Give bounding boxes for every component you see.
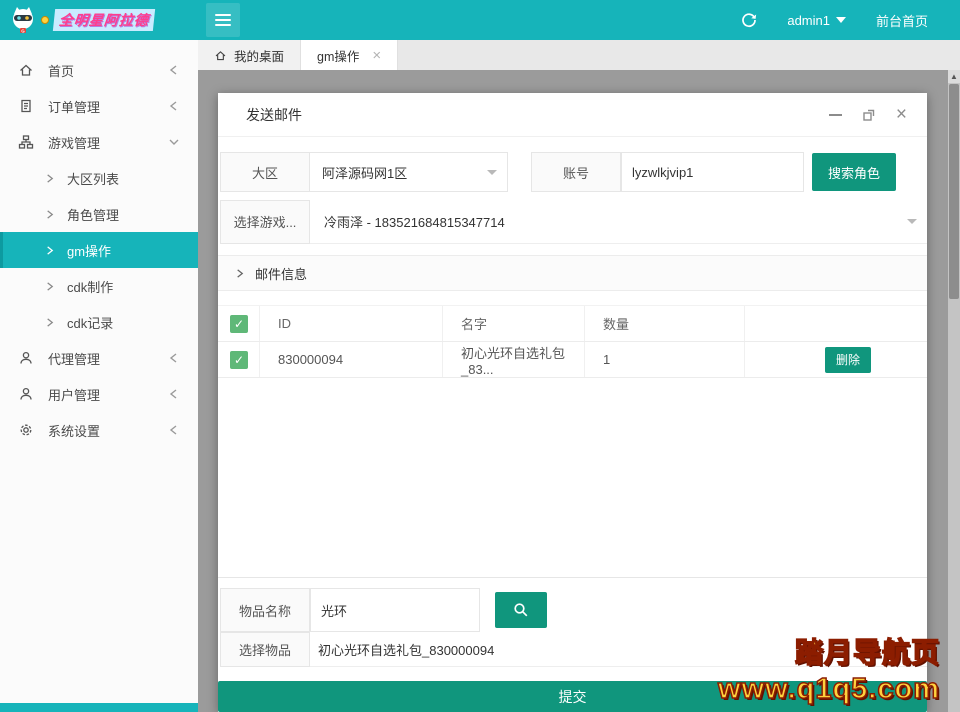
minimize-button[interactable]	[828, 113, 842, 116]
chevron-down-icon	[835, 17, 846, 23]
selected-item-value: 初心光环自选礼包_830000094	[318, 642, 495, 658]
selected-item-row: 选择物品 初心光环自选礼包_830000094	[220, 631, 927, 667]
select-arrow-icon	[487, 169, 497, 175]
sidebar-item-gm-operation[interactable]: gm操作	[0, 232, 198, 268]
mail-info-collapse-header[interactable]: 邮件信息	[218, 255, 927, 291]
close-dialog-button[interactable]: ×	[896, 105, 907, 124]
chevron-left-icon	[169, 101, 177, 111]
maximize-button[interactable]	[862, 108, 876, 122]
sidebar-item-cdk-create[interactable]: cdk制作	[0, 268, 198, 304]
send-mail-dialog: 发送邮件 × 大区 阿泽源码网1区 账号 搜索角色	[218, 93, 927, 712]
chevron-right-icon	[47, 173, 54, 183]
vertical-scrollbar[interactable]: ▲	[948, 70, 960, 712]
region-select[interactable]: 阿泽源码网1区	[310, 152, 508, 192]
cell-item-qty: 1	[585, 342, 745, 377]
home-icon	[20, 64, 32, 76]
item-name-label: 物品名称	[220, 588, 310, 632]
sidebar-item-cdk-records[interactable]: cdk记录	[0, 304, 198, 340]
account-label: 账号	[531, 152, 621, 192]
search-icon	[514, 603, 528, 617]
chevron-right-icon	[47, 281, 54, 291]
game-select[interactable]: 冷雨泽 - 183521684815347714	[310, 212, 907, 231]
column-header-id: ID	[260, 306, 443, 341]
chevron-left-icon	[169, 65, 177, 75]
chevron-left-icon	[169, 353, 177, 363]
sidebar-item-region-list[interactable]: 大区列表	[0, 160, 198, 196]
close-tab-icon[interactable]: ×	[372, 48, 381, 63]
chevron-right-icon	[47, 317, 54, 327]
username: admin1	[787, 12, 830, 28]
chevron-left-icon	[169, 425, 177, 435]
row-checkbox[interactable]: ✓	[230, 350, 248, 369]
logo-text: 全明星阿拉德	[52, 9, 156, 31]
user-icon	[20, 351, 32, 364]
item-name-row: 物品名称	[220, 588, 927, 632]
org-chart-icon	[18, 135, 34, 149]
user-menu[interactable]: admin1	[787, 13, 846, 28]
delete-row-button[interactable]: 删除	[825, 346, 871, 373]
gear-icon	[20, 424, 32, 436]
tab-gm-operation[interactable]: gm操作 ×	[301, 40, 399, 70]
tab-bar: 我的桌面 gm操作 ×	[198, 40, 960, 70]
cell-item-name: 初心光环自选礼包_83...	[443, 342, 585, 377]
column-header-actions	[745, 306, 927, 341]
game-select-label: 选择游戏...	[220, 199, 310, 244]
sidebar-item-role-management[interactable]: 角色管理	[0, 196, 198, 232]
home-icon	[215, 50, 226, 60]
sidebar-bottom-strip	[0, 703, 198, 712]
tab-my-desktop[interactable]: 我的桌面	[198, 40, 302, 70]
svg-text:G: G	[21, 29, 25, 34]
item-picker-section: 物品名称 选择物品 初心光环自选礼包_830000094	[218, 577, 927, 667]
refresh-button[interactable]	[741, 12, 757, 28]
refresh-icon	[742, 13, 757, 28]
sidebar: 首页 订单管理 游戏管理 大区列表 角色管理 gm操作 cdk制作 cdk记录 …	[0, 40, 198, 712]
selected-item-label: 选择物品	[220, 631, 310, 667]
items-table: ✓ ID 名字 数量 ✓ 830000094 初心光环自选礼包_83... 1 …	[218, 305, 927, 378]
sidebar-item-home[interactable]: 首页	[0, 52, 198, 88]
chevron-right-icon	[237, 268, 244, 278]
game-select-row: 选择游戏... 冷雨泽 - 183521684815347714	[220, 199, 927, 244]
sidebar-item-game-management[interactable]: 游戏管理	[0, 124, 198, 160]
mascot-cat-icon: G	[13, 7, 33, 34]
scrollbar-thumb[interactable]	[949, 84, 959, 299]
select-arrow-icon	[907, 219, 917, 224]
empty-space	[218, 378, 927, 577]
sidebar-item-system-settings[interactable]: 系统设置	[0, 412, 198, 448]
submit-button[interactable]: 提交	[218, 681, 927, 712]
sidebar-item-agent-management[interactable]: 代理管理	[0, 340, 198, 376]
cell-item-id: 830000094	[260, 342, 443, 377]
column-header-name: 名字	[443, 306, 585, 341]
search-role-button[interactable]: 搜索角色	[812, 153, 896, 191]
table-row: ✓ 830000094 初心光环自选礼包_83... 1 删除	[218, 342, 927, 378]
chevron-down-icon	[169, 139, 179, 145]
chevron-left-icon	[169, 389, 177, 399]
sidebar-item-user-management[interactable]: 用户管理	[0, 376, 198, 412]
region-label: 大区	[220, 152, 310, 192]
logo-sparkle	[41, 16, 49, 24]
dialog-titlebar[interactable]: 发送邮件 ×	[218, 93, 927, 137]
chevron-right-icon	[47, 245, 54, 255]
column-header-qty: 数量	[585, 306, 745, 341]
scroll-up-arrow-icon[interactable]: ▲	[948, 70, 960, 83]
frontend-home-link[interactable]: 前台首页	[876, 11, 928, 30]
chevron-right-icon	[47, 209, 54, 219]
maximize-icon	[863, 109, 875, 121]
select-all-checkbox[interactable]: ✓	[230, 314, 248, 333]
sidebar-item-orders[interactable]: 订单管理	[0, 88, 198, 124]
account-input[interactable]	[621, 152, 804, 192]
region-account-row: 大区 阿泽源码网1区 账号 搜索角色	[220, 152, 927, 192]
top-header: G 全明星阿拉德 admin1 前台首页	[0, 0, 960, 40]
content-overlay: 发送邮件 × 大区 阿泽源码网1区 账号 搜索角色	[198, 70, 948, 712]
sidebar-toggle-button[interactable]	[206, 3, 240, 37]
search-item-button[interactable]	[495, 592, 547, 628]
document-icon	[21, 99, 31, 113]
user-icon	[20, 387, 32, 400]
dialog-title: 发送邮件	[246, 106, 302, 123]
item-name-input[interactable]	[310, 588, 480, 632]
table-header-row: ✓ ID 名字 数量	[218, 305, 927, 342]
app-logo[interactable]: G 全明星阿拉德	[0, 0, 198, 40]
